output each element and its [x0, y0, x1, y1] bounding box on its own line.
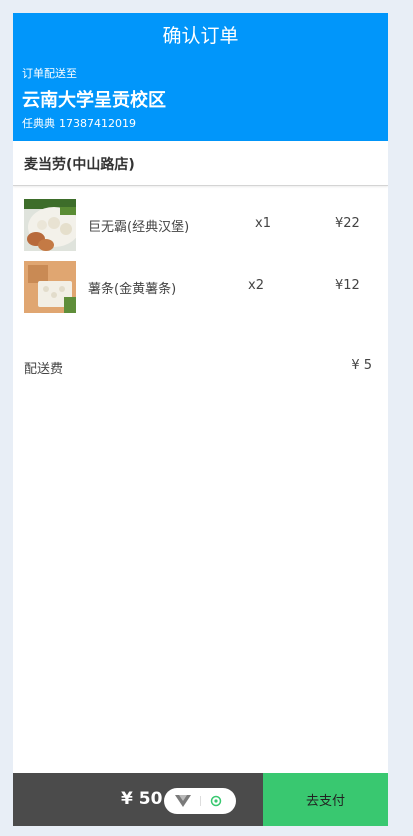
item-price: ¥12	[335, 278, 360, 293]
fries-photo	[24, 261, 76, 313]
toolbar-divider	[200, 796, 201, 806]
floating-toolbar[interactable]	[164, 788, 236, 814]
contact-info: 任典典 17387412019	[22, 117, 140, 131]
vuetools-icon[interactable]	[175, 795, 191, 807]
burger-photo	[24, 199, 76, 251]
shop-row: 麦当劳(中山路店)	[13, 141, 388, 186]
item-quantity: x1	[255, 216, 271, 231]
list-item: 薯条(金黄薯条) x2 ¥12	[13, 261, 388, 313]
delivery-fee-row: 配送费 ¥ 5	[13, 358, 388, 378]
shop-name: 麦当劳(中山路店)	[24, 157, 135, 173]
item-name: 巨无霸(经典汉堡)	[88, 220, 190, 235]
order-page: 确认订单 订单配送至 云南大学呈贡校区 任典典 17387412019 麦当劳(中…	[13, 13, 388, 826]
order-total: ¥ 50	[121, 789, 163, 809]
item-quantity: x2	[248, 278, 264, 293]
delivery-fee-value: ¥ 5	[351, 358, 372, 373]
deliver-to-label: 订单配送至	[22, 67, 77, 80]
item-name: 薯条(金黄薯条)	[88, 282, 177, 297]
item-price: ¥22	[335, 216, 360, 231]
list-item: 巨无霸(经典汉堡) x1 ¥22	[13, 199, 388, 251]
page-title: 确认订单	[162, 25, 239, 47]
contact-name: 任典典	[22, 117, 55, 130]
total-bar: ¥ 50	[13, 773, 263, 826]
pay-button[interactable]: 去支付	[263, 773, 388, 826]
contact-phone: 17387412019	[59, 117, 136, 130]
checkout-bar: ¥ 50 去支付	[13, 773, 388, 826]
order-header: 确认订单 订单配送至 云南大学呈贡校区 任典典 17387412019	[13, 13, 388, 141]
target-icon[interactable]	[210, 795, 222, 807]
delivery-address[interactable]: 云南大学呈贡校区	[22, 89, 166, 113]
delivery-fee-label: 配送费	[24, 362, 64, 377]
